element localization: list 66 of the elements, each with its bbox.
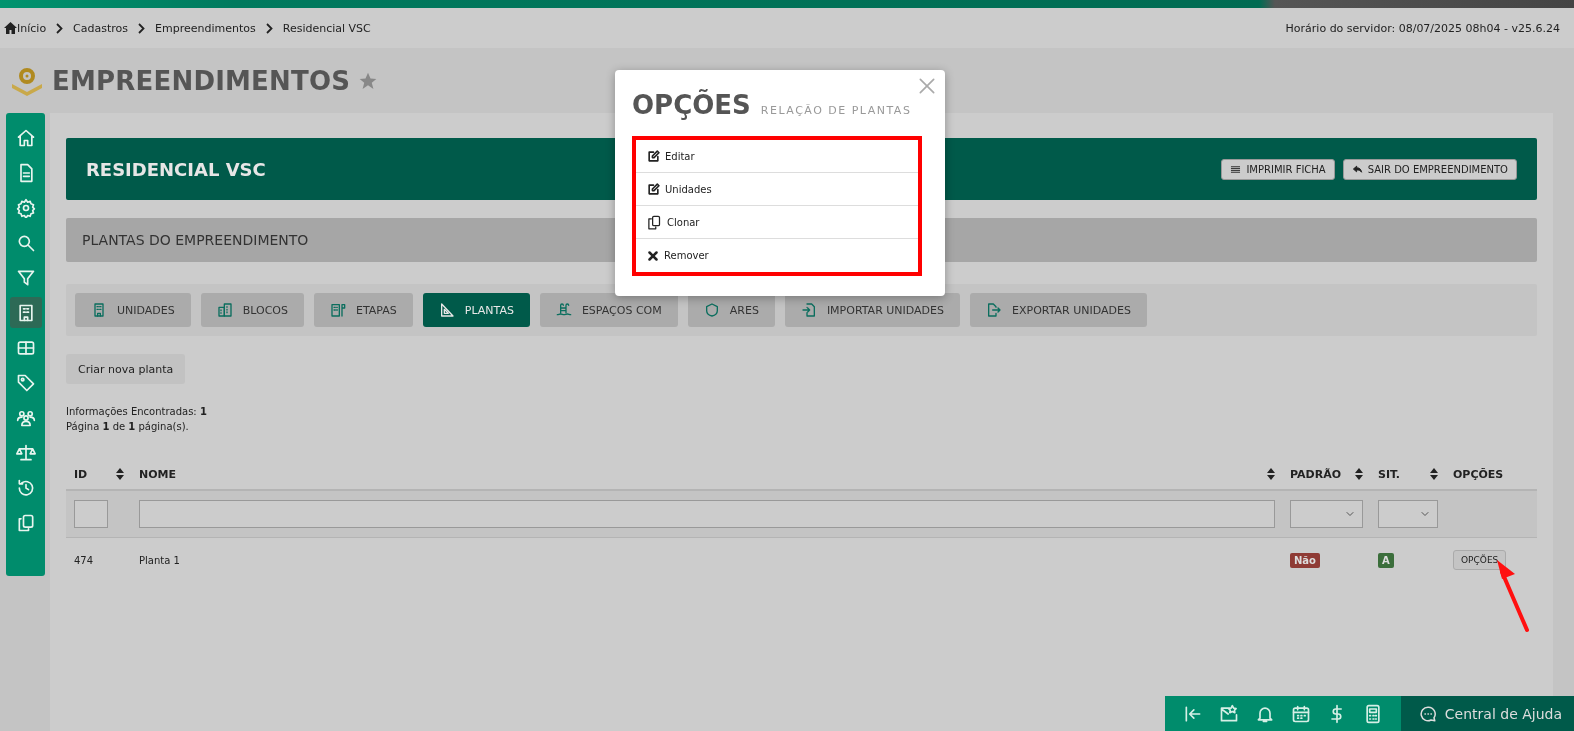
tab[interactable]: PLANTAS (422, 293, 530, 327)
sort-icon[interactable] (1267, 468, 1275, 480)
sidebar-item[interactable] (9, 297, 42, 328)
exit-button[interactable]: SAIR DO EMPREENDIMENTO (1342, 158, 1517, 180)
page-title: EMPREENDIMENTOS (52, 65, 351, 96)
column-header: SIT. (1378, 467, 1401, 481)
scale-icon (15, 442, 36, 463)
close-icon (917, 76, 937, 96)
page-count: Página 1 de 1 página(s). (66, 420, 190, 434)
column-header: NOME (139, 467, 177, 481)
chevron-icon (265, 22, 273, 34)
table-cell-text: Planta 1 (139, 554, 181, 566)
home-icon (15, 127, 36, 148)
toolbar-button[interactable] (1290, 703, 1311, 724)
chevron-icon (56, 22, 64, 34)
results-count: Informações Encontradas: 1 (66, 405, 208, 419)
breadcrumb-link[interactable]: Empreendimentos (155, 21, 256, 35)
toolbar-button[interactable] (1218, 703, 1239, 724)
id-filter-field[interactable] (74, 500, 108, 528)
column-header: ID (74, 467, 88, 481)
sort-icon[interactable] (1355, 468, 1363, 480)
edit-icon (647, 182, 660, 196)
reply-icon (1351, 163, 1363, 175)
pool-icon (555, 302, 572, 318)
breadcrumb-link[interactable]: Início (17, 21, 47, 35)
edit-icon (647, 149, 660, 163)
print-button[interactable]: IMPRIMIR FICHA (1221, 158, 1335, 180)
server-time: Horário do servidor: 08/07/2025 08h04 - v25.6.24 (1285, 21, 1561, 35)
tag-icon (15, 372, 36, 393)
create-button[interactable]: Criar nova planta (66, 354, 186, 384)
file-export-icon (986, 302, 1002, 318)
file-import-icon (800, 302, 817, 318)
list-icon (1230, 163, 1242, 175)
shield-icon (703, 302, 720, 318)
default-badge: Não (1290, 552, 1320, 568)
buildings-icon (216, 302, 233, 318)
gear-box-icon (10, 65, 44, 96)
clone-icon (647, 214, 662, 230)
dialog-title: OPÇÕES (632, 90, 751, 120)
tab[interactable]: BLOCOS (200, 293, 304, 327)
project-title: RESIDENCIAL VSC (86, 158, 266, 180)
column-header: OPÇÕES (1453, 467, 1504, 481)
column-header: PADRÃO (1290, 467, 1342, 481)
calendar-icon (1290, 703, 1311, 724)
name-filter-field[interactable] (139, 500, 1275, 528)
tab[interactable]: ESPAÇOS COM (539, 293, 678, 327)
sort-icon[interactable] (116, 468, 124, 480)
sort-icon[interactable] (1430, 468, 1438, 480)
tab[interactable]: ETAPAS (314, 293, 413, 327)
tab[interactable]: EXPORTAR UNIDADES (970, 293, 1147, 327)
tab[interactable]: UNIDADES (75, 293, 191, 327)
breadcrumb-link[interactable]: Residencial VSC (282, 21, 371, 35)
chat-icon (1418, 704, 1437, 723)
breadcrumb-link[interactable]: Cadastros (73, 21, 129, 35)
status-badge: A (1378, 552, 1394, 568)
remove-icon (647, 249, 659, 262)
table-cell-text: 474 (74, 554, 95, 566)
settings-icon (15, 197, 36, 218)
help-button[interactable]: Central de Ajuda (1400, 696, 1574, 731)
chevron-icon (138, 22, 146, 34)
options-button[interactable]: OPÇÕES (1453, 550, 1507, 570)
dialog-subtitle: RELAÇÃO DE PLANTAS (760, 104, 912, 117)
building-icon (91, 302, 107, 318)
home-icon (4, 22, 17, 34)
building-flag-icon (330, 302, 346, 318)
mail-star-icon (1218, 703, 1239, 724)
